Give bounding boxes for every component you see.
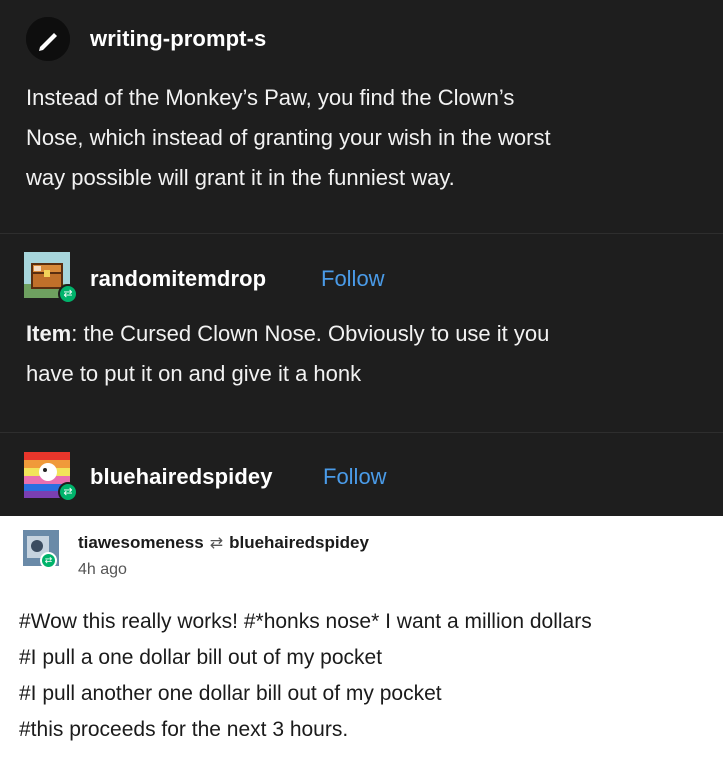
source-username[interactable]: bluehairedspidey [229,533,369,553]
reblog-badge-icon: ⇄ [58,482,78,502]
post-body: Item: the Cursed Clown Nose. Obviously t… [26,314,549,394]
post-body-line: Nose, which instead of granting your wis… [26,125,551,150]
timestamp[interactable]: 4h ago [78,561,127,579]
item-text: : the Cursed Clown Nose. Obviously to us… [71,321,550,346]
post-body-line: have to put it on and give it a honk [26,361,362,386]
post-username[interactable]: bluehairedspidey [90,464,273,490]
tag-line[interactable]: #Wow this really works! #*honks nose* I … [19,604,592,640]
reblog-badge-icon: ⇄ [40,552,57,569]
post-body: Instead of the Monkey’s Paw, you find th… [26,78,551,198]
item-label: Item [26,321,72,346]
tag-line[interactable]: #I pull another one dollar bill out of m… [19,676,592,712]
reblogger-username[interactable]: tiawesomeness [78,533,204,553]
follow-button[interactable]: Follow [321,266,385,292]
reblog-header: tiawesomeness ⇄ bluehairedspidey [78,533,369,553]
post-body-line: Instead of the Monkey’s Paw, you find th… [26,85,515,110]
post-body-line: way possible will grant it in the funnie… [26,165,455,190]
post-writing-prompt: writing-prompt-s Instead of the Monkey’s… [0,0,723,233]
post-username[interactable]: writing-prompt-s [90,26,266,52]
tag-list: #Wow this really works! #*honks nose* I … [19,604,592,748]
writing-prompt-avatar[interactable] [26,17,70,61]
tag-line[interactable]: #I pull a one dollar bill out of my pock… [19,640,592,676]
pen-icon [26,17,70,61]
post-body-line: Item: the Cursed Clown Nose. Obviously t… [26,314,549,354]
post-username[interactable]: randomitemdrop [90,266,266,292]
reblog-badge-icon: ⇄ [58,284,78,304]
reblog-icon: ⇄ [209,535,224,552]
tag-line[interactable]: #this proceeds for the next 3 hours. [19,712,592,748]
follow-button[interactable]: Follow [323,464,387,490]
